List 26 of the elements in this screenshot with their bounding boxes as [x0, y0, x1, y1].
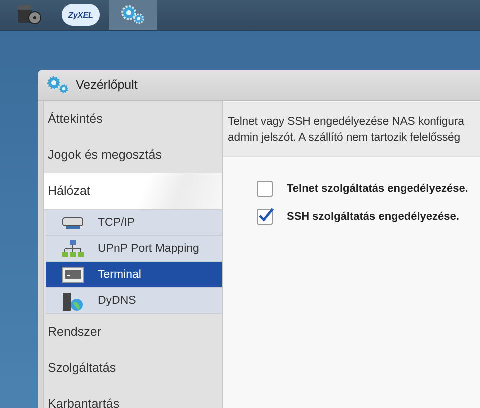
network-device-icon — [62, 216, 84, 230]
sidebar-item[interactable]: Rendszer — [44, 314, 222, 350]
cloud-logo[interactable]: ZyXEL — [62, 4, 100, 26]
gears-icon — [46, 75, 70, 95]
taskbar-app[interactable]: ZyXEL — [57, 0, 105, 30]
notice-text: Telnet vagy SSH engedélyezése NAS konfigura — [228, 115, 466, 130]
taskbar-app[interactable] — [109, 0, 157, 30]
film-clapper-icon[interactable] — [16, 4, 42, 26]
sidebar-subitem[interactable]: UPnP Port Mapping — [46, 236, 222, 262]
checkbox[interactable] — [257, 209, 273, 225]
checkbox-label: Telnet szolgáltatás engedélyezése. — [287, 183, 468, 195]
sidebar-subitem[interactable]: TCP/IP — [46, 210, 222, 236]
sidebar-item[interactable]: Áttekintés — [44, 101, 222, 137]
gears-icon — [121, 5, 145, 25]
sidebar-subitem[interactable]: DyDNS — [46, 288, 222, 314]
network-tree-icon — [62, 238, 84, 258]
checkbox[interactable] — [257, 181, 273, 197]
notice-text: admin jelszót. A szállító nem tartozik felelősség — [228, 131, 462, 146]
sidebar-item[interactable]: Szolgáltatás — [44, 350, 222, 386]
sidebar-item[interactable]: Hálózat — [44, 173, 222, 210]
checkbox-label: SSH szolgáltatás engedélyezése. — [287, 211, 460, 223]
sidebar-item[interactable]: Karbantartás — [44, 386, 222, 408]
terminal-icon — [62, 266, 84, 282]
sidebar-subitem[interactable]: Terminal — [46, 262, 222, 288]
sidebar-item[interactable]: Jogok és megosztás — [44, 137, 222, 173]
window-title: Vezérlőpult — [76, 78, 138, 92]
